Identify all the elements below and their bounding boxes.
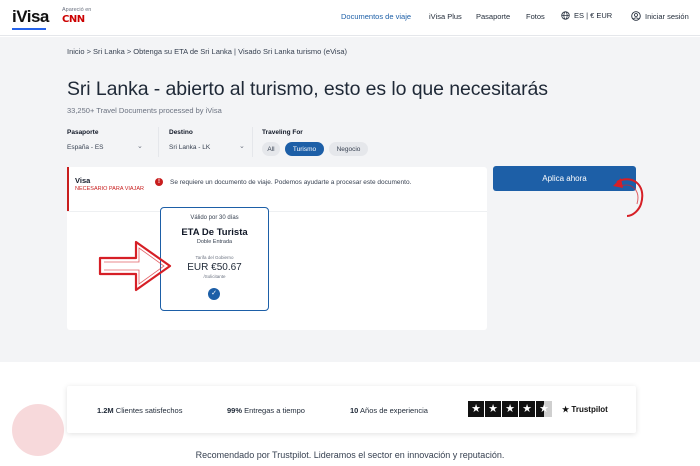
user-icon	[631, 11, 641, 21]
stat-label: Clientes satisfechos	[115, 406, 183, 415]
red-arrow-annotation	[98, 240, 172, 292]
option-validity: Válido por 30 días	[190, 215, 239, 221]
red-curved-arrow-annotation	[613, 178, 644, 217]
filter-divider	[158, 127, 159, 157]
stat-value: 99%	[227, 406, 243, 415]
star-icon: ★	[502, 401, 518, 417]
traveling-for-label: Traveling For	[262, 129, 303, 136]
option-per-applicant: /Solicitante	[203, 274, 226, 279]
passport-value: España - ES	[67, 144, 104, 151]
trustpilot-logo[interactable]: ★ Trustpilot	[562, 405, 608, 414]
option-name: ETA De Turista	[181, 227, 248, 238]
destination-label: Destino	[169, 129, 193, 136]
star-icon: ★	[468, 401, 484, 417]
star-icon: ★	[485, 401, 501, 417]
breadcrumb[interactable]: Inicio > Sri Lanka > Obtenga su ETA de S…	[67, 47, 347, 56]
ivisa-logo[interactable]: iVisa	[12, 7, 49, 27]
option-fee-label: Tarifa del Gobierno	[195, 255, 234, 260]
trustpilot-label: Trustpilot	[571, 405, 608, 414]
required-badge: NECESARIO PARA VIAJAR	[75, 186, 144, 192]
nav-photos[interactable]: Fotos	[526, 12, 545, 21]
page-subtitle: 33,250+ Travel Documents processed by iV…	[67, 106, 222, 115]
cnn-logo: CNN	[62, 14, 85, 25]
stat-on-time-deliveries: 99% Entregas a tiempo	[227, 406, 305, 415]
purpose-business-pill[interactable]: Negocio	[329, 142, 368, 156]
option-price: EUR €50.67	[187, 262, 242, 273]
stat-label: Años de experiencia	[360, 406, 428, 415]
chevron-down-icon: ⌄	[239, 143, 245, 150]
visa-title: Visa	[75, 176, 91, 185]
chevron-down-icon: ⌄	[137, 143, 143, 150]
appeared-in-label: Apareció en	[62, 7, 92, 13]
option-entry-type: Doble Entrada	[196, 239, 233, 245]
purpose-tourism-pill[interactable]: Turismo	[285, 142, 324, 156]
nav-travel-documents[interactable]: Documentos de viaje	[341, 12, 411, 21]
logo-underline	[12, 28, 46, 30]
language-currency-label: ES | € EUR	[574, 11, 613, 20]
nav-passport[interactable]: Pasaporte	[476, 12, 510, 21]
filter-divider	[252, 127, 253, 157]
card-divider	[67, 211, 487, 212]
watermark-logo	[12, 404, 64, 456]
destination-value: Sri Lanka - LK	[169, 144, 211, 151]
stat-satisfied-clients: 1.2M Clientes satisfechos	[97, 406, 182, 415]
stat-label: Entregas a tiempo	[244, 406, 305, 415]
trustpilot-rating-stars: ★ ★ ★ ★ ★	[468, 401, 552, 417]
half-star-icon: ★	[536, 401, 552, 417]
language-currency-selector[interactable]: ES | € EUR	[561, 11, 612, 20]
stat-value: 1.2M	[97, 406, 114, 415]
page-title: Sri Lanka - abierto al turismo, esto es …	[67, 78, 548, 100]
stat-value: 10	[350, 406, 359, 415]
checkmark-icon: ✓	[208, 288, 220, 300]
alert-icon: !	[155, 178, 163, 186]
recommendation-text: Recomendado por Trustpilot. Lideramos el…	[195, 450, 505, 460]
purpose-all-pill[interactable]: All	[262, 142, 280, 156]
star-icon: ★	[519, 401, 535, 417]
top-header: iVisa Apareció en CNN Documentos de viaj…	[0, 0, 700, 36]
sign-in-link[interactable]: Iniciar sesión	[631, 11, 689, 21]
sign-in-label: Iniciar sesión	[645, 11, 689, 21]
stat-years-experience: 10 Años de experiencia	[350, 406, 428, 415]
globe-icon	[561, 11, 570, 20]
required-accent-bar	[67, 167, 69, 211]
alert-message: Se requiere un documento de viaje. Podem…	[170, 179, 412, 186]
passport-label: Pasaporte	[67, 129, 99, 136]
nav-ivisa-plus[interactable]: iVisa Plus	[429, 12, 462, 21]
